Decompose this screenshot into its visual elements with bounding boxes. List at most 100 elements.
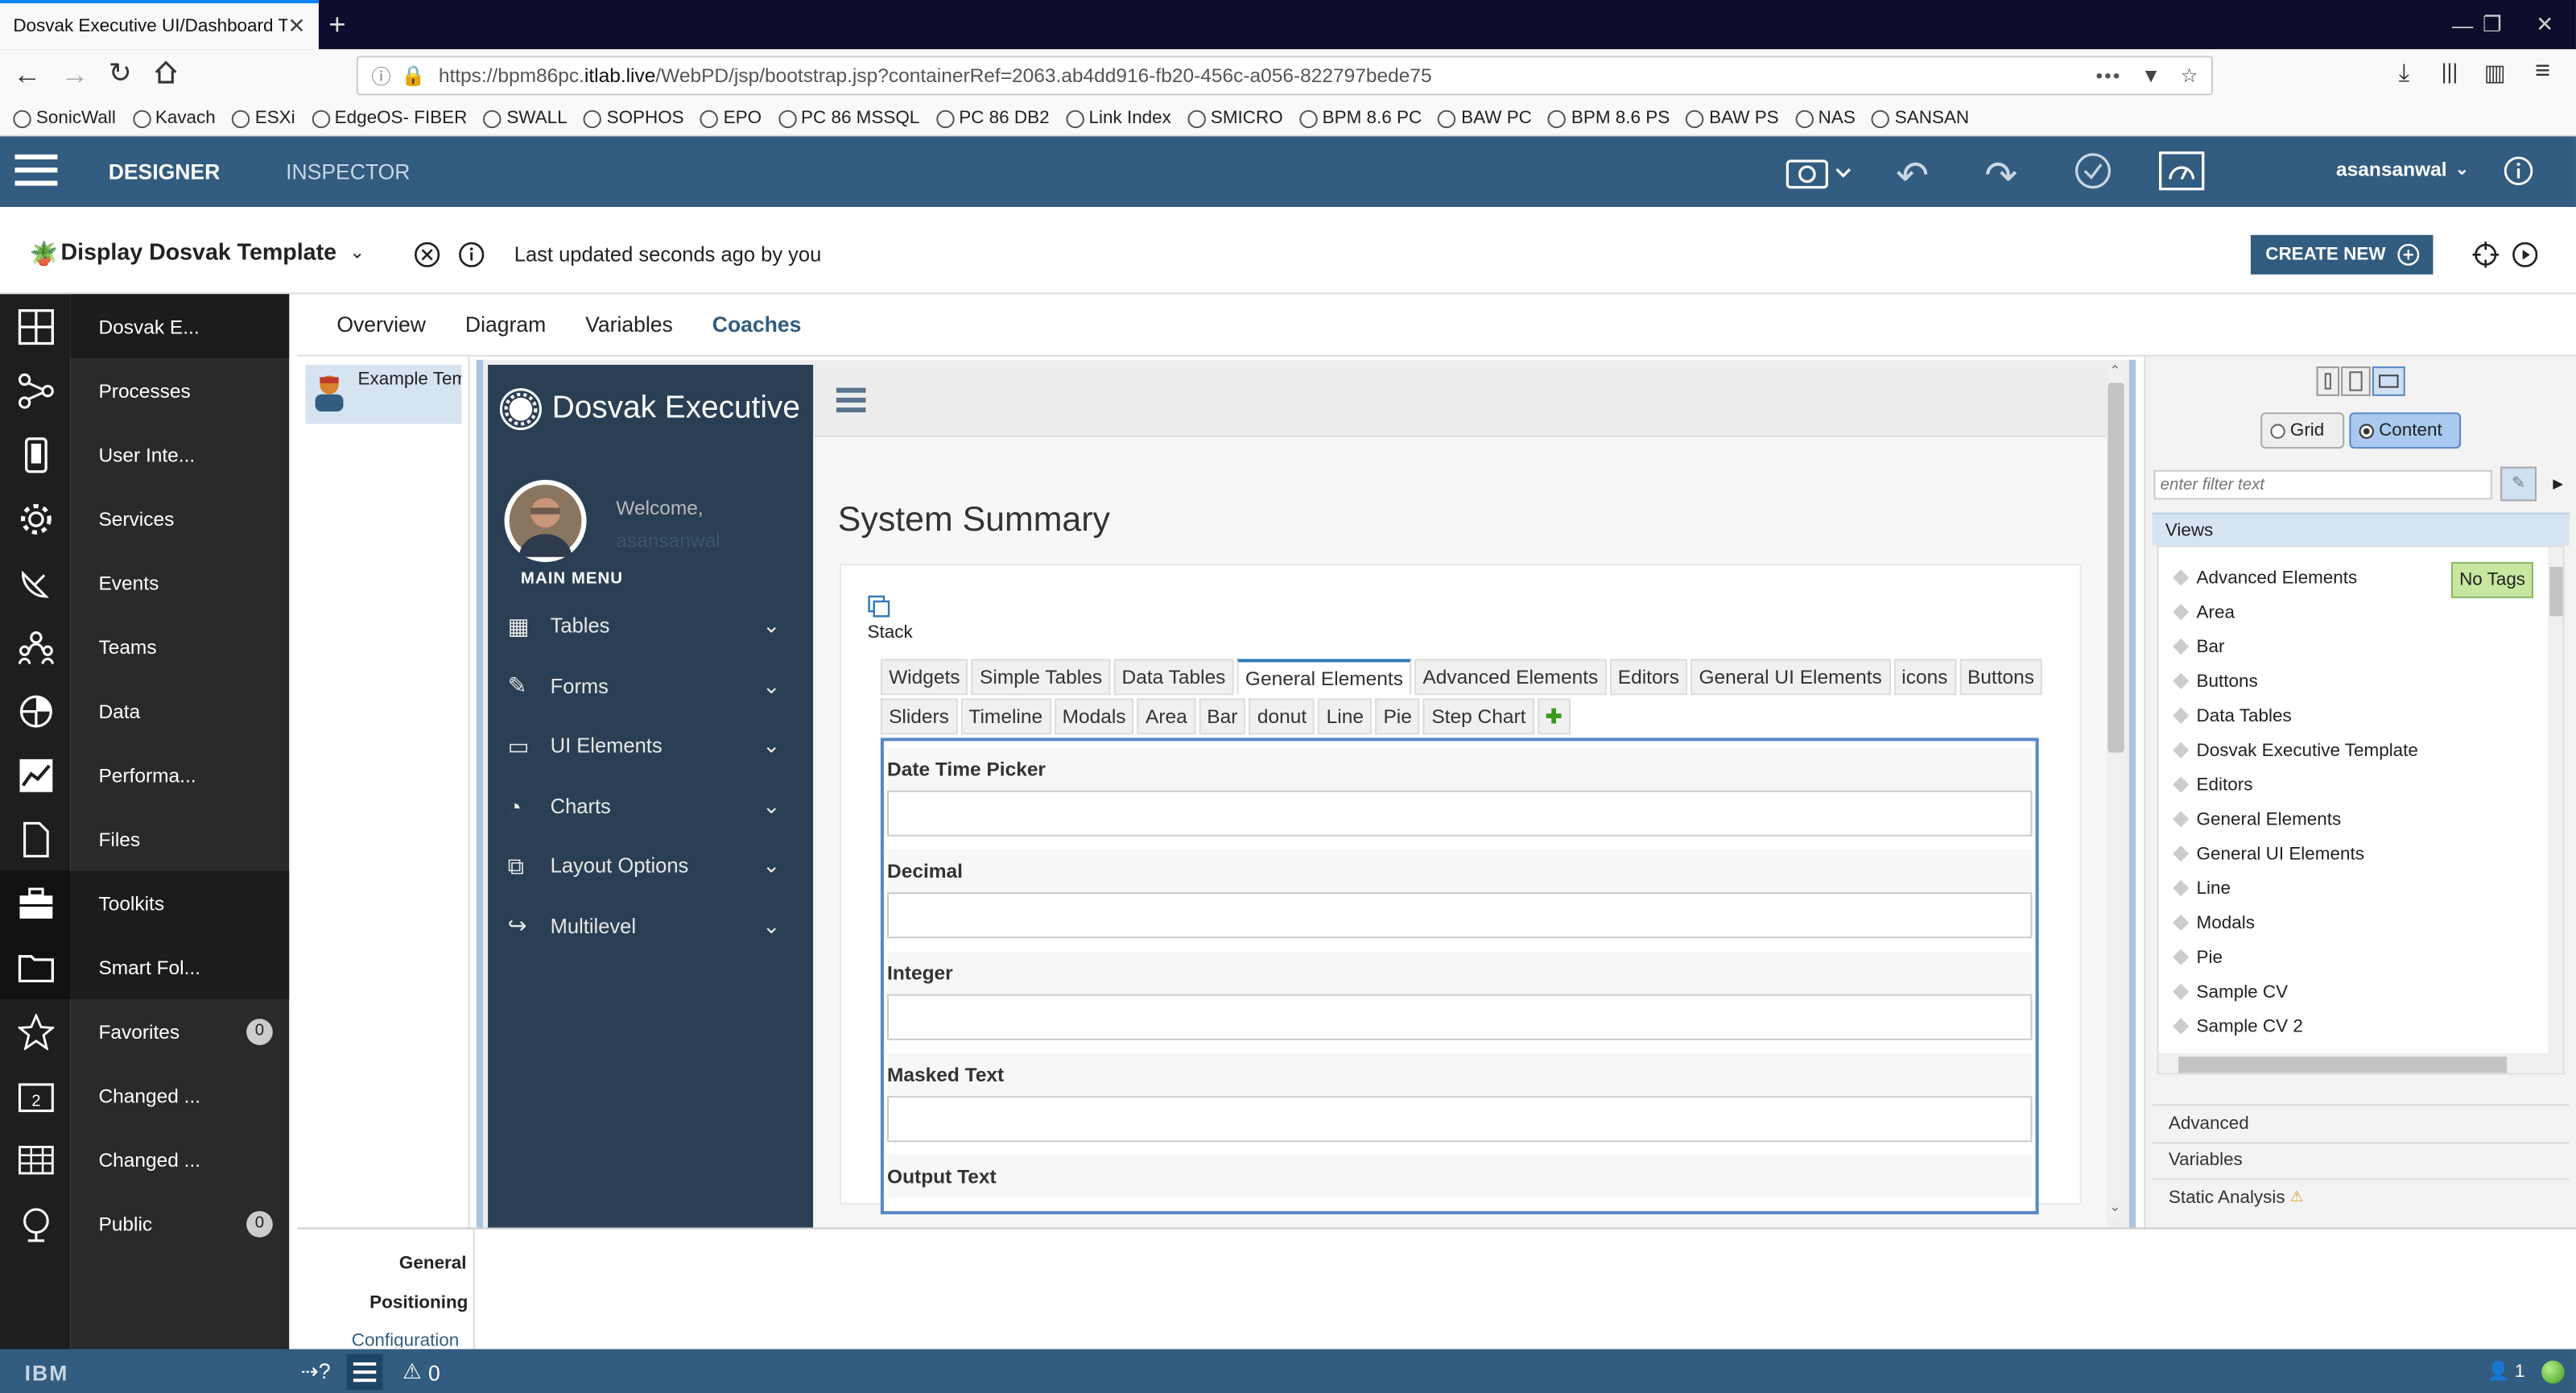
file-icon[interactable] bbox=[0, 807, 71, 871]
preview-icon[interactable] bbox=[2159, 151, 2205, 191]
views-hscrollbar[interactable] bbox=[2158, 1053, 2549, 1073]
tab-advanced-elements[interactable]: Advanced Elements bbox=[1414, 659, 1607, 696]
menu-item-tables[interactable]: ▦ Tables ⌄ bbox=[488, 597, 813, 656]
palette-item-data-tables[interactable]: Data Tables bbox=[2159, 698, 2520, 733]
mobile-icon[interactable] bbox=[0, 422, 71, 486]
bookmark-sansan[interactable]: SANSAN bbox=[1872, 109, 1969, 128]
phone-icon[interactable] bbox=[2316, 366, 2340, 396]
palette-item-general-ui-elements[interactable]: General UI Elements bbox=[2159, 837, 2520, 871]
tab-step-chart[interactable]: Step Chart bbox=[1423, 698, 1534, 735]
tab-data-tables[interactable]: Data Tables bbox=[1113, 659, 1234, 696]
tab-general-ui-elements[interactable]: General UI Elements bbox=[1690, 659, 1891, 696]
dashboard-icon[interactable] bbox=[0, 294, 71, 358]
snapshot-icon[interactable] bbox=[1785, 155, 1852, 191]
profile-avatar[interactable] bbox=[504, 479, 587, 562]
bookmark-link-index[interactable]: Link Index bbox=[1065, 109, 1171, 128]
star-icon[interactable] bbox=[0, 999, 71, 1064]
undo-icon[interactable]: ↶ bbox=[1896, 153, 1929, 200]
data-icon[interactable] bbox=[0, 679, 71, 743]
menu-item-multilevel[interactable]: ↪ Multilevel ⌄ bbox=[488, 896, 813, 956]
palette-item-pie[interactable]: Pie bbox=[2159, 940, 2520, 974]
section-static-analysis[interactable]: Static Analysis ⚠ bbox=[2152, 1178, 2570, 1216]
positioning-tab[interactable]: Positioning bbox=[369, 1293, 468, 1312]
tab-coaches[interactable]: Coaches bbox=[692, 312, 821, 337]
palette-item-buttons[interactable]: Buttons bbox=[2159, 663, 2520, 698]
users-indicator[interactable]: 👤 1 bbox=[2487, 1361, 2525, 1383]
back-icon[interactable]: ← bbox=[13, 59, 41, 92]
grid-option[interactable]: Grid bbox=[2260, 412, 2345, 449]
menu-item-ui-elements[interactable]: ▭ UI Elements ⌄ bbox=[488, 717, 813, 776]
palette-item-sample-cv-2[interactable]: Sample CV 2 bbox=[2159, 1009, 2520, 1044]
bookmark-sonicwall[interactable]: SonicWall bbox=[13, 109, 116, 128]
bookmark-epo[interactable]: EPO bbox=[700, 109, 762, 128]
tab-line[interactable]: Line bbox=[1318, 698, 1373, 735]
general-tab[interactable]: General bbox=[399, 1254, 467, 1273]
menu-item-layout-options[interactable]: ⧉ Layout Options ⌄ bbox=[488, 837, 813, 896]
tab-icons[interactable]: icons bbox=[1893, 659, 1956, 696]
palette-item-bar[interactable]: Bar bbox=[2159, 630, 2520, 664]
list-view-icon[interactable] bbox=[346, 1354, 383, 1391]
palette-item-editors[interactable]: Editors bbox=[2159, 767, 2520, 802]
tab-editors[interactable]: Editors bbox=[1609, 659, 1688, 696]
folder-icon[interactable] bbox=[0, 935, 71, 999]
create-new-button[interactable]: CREATE NEW bbox=[2250, 234, 2434, 275]
tab-area[interactable]: Area bbox=[1137, 698, 1195, 735]
redo-icon[interactable]: ↷ bbox=[1984, 153, 2017, 200]
tablet-icon[interactable] bbox=[2341, 366, 2371, 396]
nav-item-teams-5[interactable]: Teams bbox=[71, 614, 289, 679]
nav-item-dosvak-e-0[interactable]: Dosvak E... bbox=[70, 294, 290, 358]
date-time-picker-input[interactable] bbox=[887, 790, 2033, 837]
expand-arrow-icon[interactable]: ▶ bbox=[2553, 477, 2563, 491]
integer-input[interactable] bbox=[887, 994, 2033, 1040]
tab-donut[interactable]: donut bbox=[1249, 698, 1315, 735]
nav-item-favorites-11[interactable]: Favorites 0 bbox=[71, 999, 289, 1064]
nav-item-toolkits-9[interactable]: Toolkits bbox=[70, 870, 290, 936]
nav-item-public-14[interactable]: Public 0 bbox=[71, 1192, 289, 1256]
nav-item-performa-7[interactable]: Performa... bbox=[71, 742, 289, 807]
content-option[interactable]: Content bbox=[2349, 412, 2462, 449]
page-actions-icon[interactable]: ••• bbox=[2096, 64, 2122, 88]
designer-tab[interactable]: DESIGNER bbox=[109, 159, 221, 184]
tab-timeline[interactable]: Timeline bbox=[960, 698, 1051, 735]
sidebar-icon[interactable]: ▥ bbox=[2484, 59, 2506, 87]
tab-simple-tables[interactable]: Simple Tables bbox=[971, 659, 1111, 696]
info-icon[interactable] bbox=[458, 242, 485, 268]
close-window-icon[interactable]: ✕ bbox=[2513, 0, 2576, 49]
views-scrollbar[interactable] bbox=[2548, 547, 2563, 1073]
bookmark-bpm-8-6-ps[interactable]: BPM 8.6 PS bbox=[1548, 109, 1670, 128]
info-icon[interactable] bbox=[2504, 156, 2533, 186]
palette-item-general-elements[interactable]: General Elements bbox=[2159, 802, 2520, 837]
coach-list-item[interactable]: Example Tem bbox=[305, 365, 462, 424]
gear-icon[interactable] bbox=[0, 486, 71, 551]
tab-modals[interactable]: Modals bbox=[1054, 698, 1134, 735]
section-advanced[interactable]: Advanced bbox=[2152, 1104, 2570, 1142]
download-icon[interactable]: ⤓ bbox=[2399, 59, 2410, 87]
tab-variables[interactable]: Variables bbox=[566, 312, 693, 337]
nav-item-events-4[interactable]: Events bbox=[71, 551, 289, 615]
artifact-title[interactable]: Display Dosvak Template ⌄ bbox=[61, 238, 365, 265]
satellite-icon[interactable] bbox=[0, 551, 71, 615]
desktop-icon[interactable] bbox=[2372, 366, 2405, 396]
filter-input[interactable] bbox=[2153, 469, 2492, 500]
tab-pie[interactable]: Pie bbox=[1375, 698, 1421, 735]
pocket-icon[interactable]: ▼ bbox=[2141, 64, 2161, 88]
globe-icon[interactable] bbox=[0, 1192, 71, 1256]
forward-icon[interactable]: → bbox=[61, 59, 89, 92]
tab-overview[interactable]: Overview bbox=[317, 312, 446, 337]
menu-toggle-icon[interactable] bbox=[836, 386, 866, 413]
palette-item-sample-cv[interactable]: Sample CV bbox=[2159, 974, 2520, 1009]
toolkit-icon[interactable] bbox=[0, 870, 71, 936]
bookmark-sophos[interactable]: SOPHOS bbox=[584, 109, 684, 128]
info-icon[interactable]: ⓘ bbox=[371, 62, 391, 90]
nav-item-processes-1[interactable]: Processes bbox=[71, 358, 289, 423]
bookmark-star-icon[interactable]: ☆ bbox=[2181, 64, 2198, 88]
palette-item-area[interactable]: Area bbox=[2159, 595, 2520, 630]
bookmark-pc-86-db2[interactable]: PC 86 DB2 bbox=[935, 109, 1050, 128]
palette-item-modals[interactable]: Modals bbox=[2159, 905, 2520, 940]
teams-icon[interactable] bbox=[0, 614, 71, 679]
masked-text-input[interactable] bbox=[887, 1096, 2033, 1143]
calendar-icon[interactable]: 2 bbox=[0, 1063, 71, 1127]
library-icon[interactable]: ||| bbox=[2442, 59, 2458, 84]
nav-item-user-inte-2[interactable]: User Inte... bbox=[71, 422, 289, 486]
configuration-tab[interactable]: Configuration bbox=[352, 1331, 460, 1347]
